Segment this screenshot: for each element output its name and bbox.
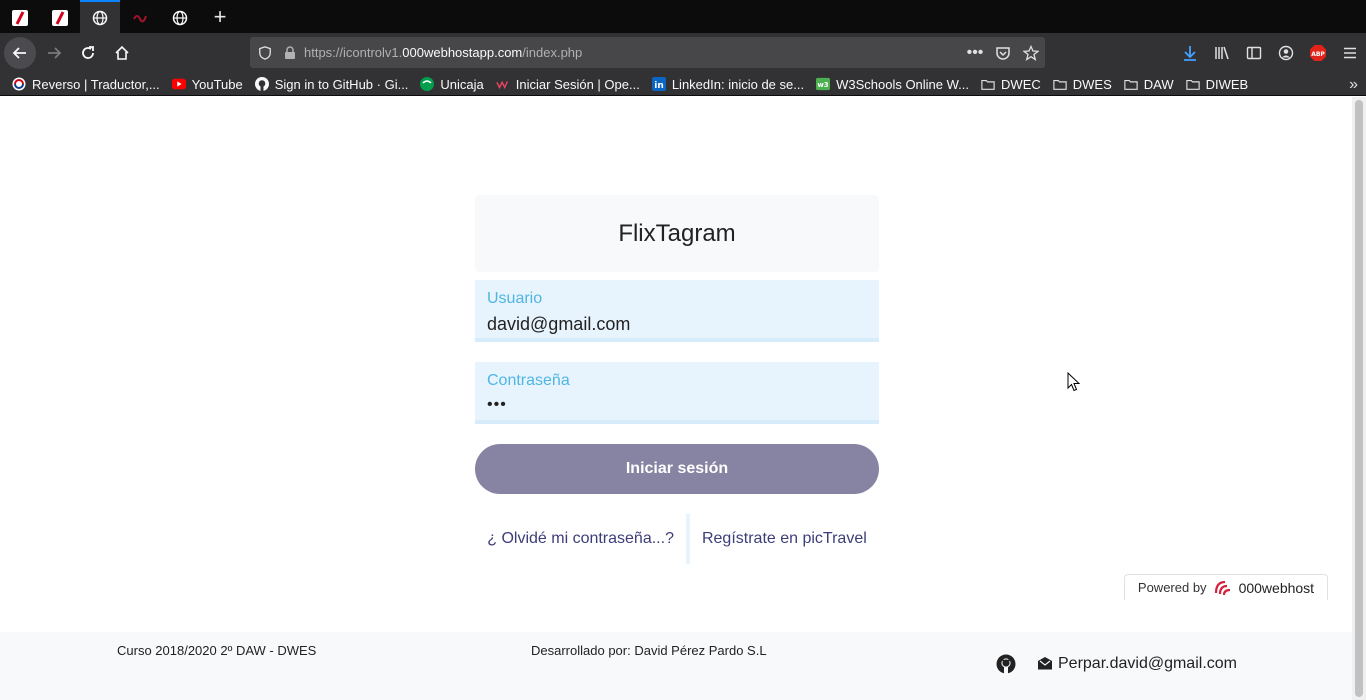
adblock-plus-button[interactable]: ABP <box>1302 33 1334 73</box>
svg-text:in: in <box>654 81 664 91</box>
account-icon <box>1278 45 1294 61</box>
tab-5[interactable] <box>160 0 200 33</box>
star-bookmark-icon[interactable] <box>1017 44 1045 61</box>
username-label: Usuario <box>487 290 543 307</box>
red-slash-favicon-icon <box>12 9 28 26</box>
username-field[interactable]: Usuario david@gmail.com <box>475 280 879 342</box>
bookmark-reverso[interactable]: Reverso | Traductor,... <box>6 73 166 96</box>
sidebar-icon <box>1246 46 1262 60</box>
github-icon[interactable] <box>996 654 1016 674</box>
bookmark-openwebinars[interactable]: Iniciar Sesión | Ope... <box>490 73 646 96</box>
powered-by-brand: 000webhost <box>1238 579 1315 596</box>
youtube-icon <box>171 77 186 91</box>
footer-course: Curso 2018/2020 2º DAW - DWES <box>117 643 317 658</box>
folder-icon <box>981 77 995 91</box>
folder-icon <box>1053 77 1067 91</box>
new-tab-button[interactable]: + <box>200 0 240 33</box>
reload-icon <box>82 46 94 59</box>
github-icon <box>254 77 269 91</box>
tab-3-active[interactable] <box>80 0 120 33</box>
address-bar[interactable]: https://icontrolv1.000webhostapp.com/ind… <box>250 37 1045 68</box>
red-logo-favicon-icon <box>133 14 147 22</box>
tab-1[interactable] <box>0 0 40 33</box>
w3schools-icon: w3 <box>816 77 831 91</box>
library-icon <box>1215 46 1229 60</box>
bookmarks-overflow-chevron-icon[interactable]: » <box>1349 76 1358 94</box>
bookmark-w3schools[interactable]: w3 W3Schools Online W... <box>810 73 975 96</box>
login-links: ¿ Olvidé mi contraseña...? Regístrate en… <box>475 514 879 564</box>
mail-envelope-icon <box>1038 657 1052 670</box>
folder-icon <box>1124 77 1138 91</box>
home-button[interactable] <box>106 37 138 69</box>
back-button[interactable] <box>4 37 36 69</box>
library-button[interactable] <box>1206 33 1238 73</box>
navigation-toolbar: https://icontrolv1.000webhostapp.com/ind… <box>0 33 1366 73</box>
bookmark-github[interactable]: Sign in to GitHub · Gi... <box>249 73 415 96</box>
svg-text:ABP: ABP <box>1311 51 1325 58</box>
bookmark-unicaja[interactable]: Unicaja <box>414 73 489 96</box>
login-title: FlixTagram <box>475 195 879 272</box>
hamburger-menu-icon <box>1344 47 1356 59</box>
arrow-right-icon <box>48 47 62 59</box>
page-footer: Curso 2018/2020 2º DAW - DWES Desarrolla… <box>0 632 1352 700</box>
password-field[interactable]: Contraseña ••• <box>475 362 879 424</box>
globe-icon <box>172 10 188 25</box>
username-input[interactable]: david@gmail.com <box>487 314 867 335</box>
vertical-scrollbar[interactable] <box>1352 97 1366 700</box>
url-text[interactable]: https://icontrolv1.000webhostapp.com/ind… <box>304 45 582 60</box>
download-icon <box>1184 46 1196 61</box>
menu-button[interactable] <box>1334 33 1366 73</box>
page-actions-icon[interactable]: ••• <box>961 44 989 62</box>
password-label: Contraseña <box>487 372 570 389</box>
password-input[interactable]: ••• <box>487 396 867 414</box>
tab-strip: + <box>0 0 1366 33</box>
adblock-plus-icon: ABP <box>1310 45 1326 61</box>
unicaja-icon <box>420 77 435 91</box>
footer-developer: Desarrollado por: David Pérez Pardo S.L <box>531 643 767 658</box>
powered-by-label: Powered by <box>1137 580 1207 595</box>
forward-button[interactable] <box>38 37 70 69</box>
powered-by-badge[interactable]: Powered by 000webhost <box>1124 574 1328 600</box>
pocket-icon[interactable] <box>989 45 1017 61</box>
shield-icon <box>259 45 271 60</box>
bookmark-youtube[interactable]: YouTube <box>166 73 249 96</box>
login-form: FlixTagram Usuario david@gmail.com Contr… <box>475 195 879 564</box>
arrow-left-icon <box>12 47 26 59</box>
bookmark-folder-daw[interactable]: DAW <box>1118 73 1180 96</box>
000webhost-logo-icon <box>1214 580 1230 595</box>
footer-email[interactable]: Perpar.david@gmail.com <box>1058 655 1237 673</box>
folder-icon <box>1185 77 1200 91</box>
tab-2[interactable] <box>40 0 80 33</box>
page-viewport: FlixTagram Usuario david@gmail.com Contr… <box>0 97 1352 700</box>
reload-button[interactable] <box>72 37 104 69</box>
bookmark-folder-diweb[interactable]: DIWEB <box>1180 73 1255 96</box>
openwebinars-icon <box>496 77 510 91</box>
home-icon <box>115 45 129 60</box>
downloads-button[interactable] <box>1174 33 1206 73</box>
register-link[interactable]: Regístrate en picTravel <box>690 514 879 564</box>
lock-icon <box>285 45 295 59</box>
login-submit-button[interactable]: Iniciar sesión <box>475 444 879 494</box>
sidebar-button[interactable] <box>1238 33 1270 73</box>
svg-text:w3: w3 <box>817 81 828 89</box>
bookmark-linkedin[interactable]: in LinkedIn: inicio de se... <box>646 73 810 96</box>
tab-4[interactable] <box>120 0 160 33</box>
reverso-icon <box>12 77 26 91</box>
red-slash-favicon-icon <box>52 9 68 26</box>
bookmark-folder-dwes[interactable]: DWES <box>1047 73 1118 96</box>
bookmark-folder-dwec[interactable]: DWEC <box>975 73 1047 96</box>
scrollbar-thumb[interactable] <box>1355 100 1363 697</box>
account-button[interactable] <box>1270 33 1302 73</box>
linkedin-icon: in <box>651 77 666 91</box>
mouse-cursor-icon <box>1067 372 1081 392</box>
bookmarks-toolbar: Reverso | Traductor,... YouTube Sign in … <box>0 73 1366 96</box>
forgot-password-link[interactable]: ¿ Olvidé mi contraseña...? <box>475 514 686 564</box>
globe-icon <box>92 10 108 25</box>
